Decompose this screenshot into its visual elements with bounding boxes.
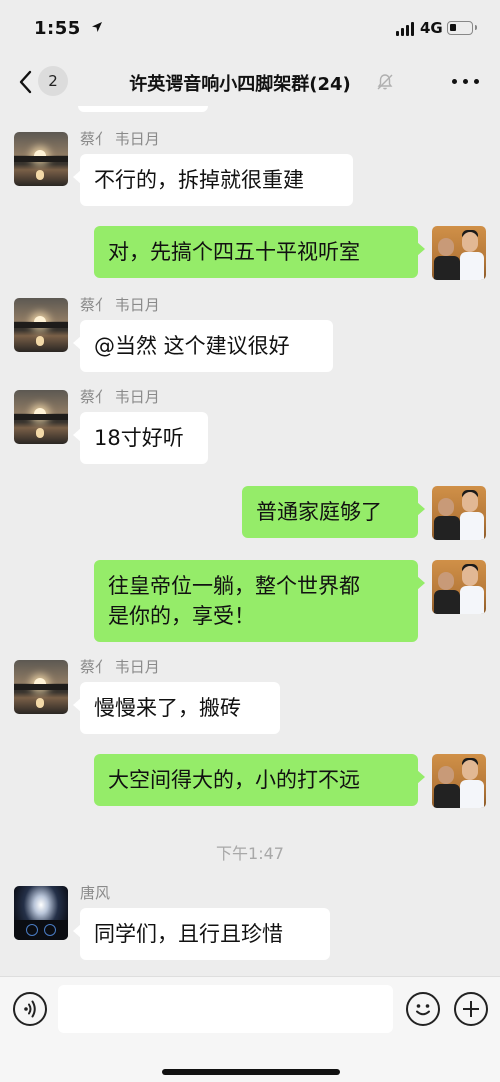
message-bubble-self[interactable]: 往皇帝位一躺，整个世界都 是你的，享受！ — [94, 560, 425, 642]
sender-avatar[interactable] — [14, 886, 68, 940]
sender-name: 蔡亻 韦日月 — [80, 388, 160, 406]
battery-icon — [447, 21, 477, 35]
more-functions-button[interactable] — [454, 992, 488, 1026]
status-time: 1:55 — [34, 18, 81, 39]
sender-avatar[interactable] — [14, 132, 68, 186]
chat-header: 2 许英谔音响小四脚架群(24) — [0, 60, 500, 106]
voice-input-button[interactable] — [13, 992, 47, 1026]
more-options-button[interactable] — [452, 68, 482, 94]
input-bar — [0, 976, 500, 1082]
message-bubble-self[interactable]: 普通家庭够了 — [242, 486, 425, 538]
message-bubble[interactable]: 同学们，且行且珍惜 — [73, 908, 330, 960]
sender-name: 蔡亻 韦日月 — [80, 130, 160, 148]
sender-avatar[interactable] — [14, 660, 68, 714]
signal-bars-icon — [396, 22, 416, 36]
self-avatar[interactable] — [432, 560, 486, 614]
network-type: 4G — [420, 19, 443, 37]
location-arrow-icon — [92, 22, 102, 32]
emoji-button[interactable] — [406, 992, 440, 1026]
self-avatar[interactable] — [432, 486, 486, 540]
message-list[interactable]: 蔡亻 韦日月 不行的，拆掉就很重建 对，先搞个四五十平视听室 蔡亻 韦日月 @当… — [0, 106, 500, 976]
sender-name: 蔡亻 韦日月 — [80, 658, 160, 676]
back-button[interactable]: 2 — [14, 64, 74, 100]
self-avatar[interactable] — [432, 754, 486, 808]
message-bubble[interactable]: 18寸好听 — [73, 412, 208, 464]
chat-title: 许英谔音响小四脚架群(24) — [129, 74, 351, 95]
chevron-left-icon — [19, 70, 32, 94]
voice-icon — [24, 1000, 36, 1018]
time-divider: 下午1:47 — [216, 844, 284, 863]
sender-name: 唐风 — [80, 884, 111, 902]
message-input[interactable] — [58, 985, 393, 1033]
sender-name: 蔡亻 韦日月 — [80, 296, 160, 314]
self-avatar[interactable] — [432, 226, 486, 280]
sender-avatar[interactable] — [14, 298, 68, 352]
unread-count-badge: 2 — [38, 66, 68, 96]
message-bubble[interactable]: 慢慢来了，搬砖 — [73, 682, 280, 734]
partial-message-bubble[interactable] — [78, 106, 208, 112]
message-bubble-self[interactable]: 大空间得大的，小的打不远 — [94, 754, 425, 806]
status-bar: 1:55 4G — [0, 0, 500, 60]
battery-level — [450, 24, 456, 31]
mute-bell-icon — [377, 74, 393, 90]
more-dots-icon — [452, 79, 457, 84]
home-indicator — [162, 1069, 340, 1075]
sender-avatar[interactable] — [14, 390, 68, 444]
message-bubble[interactable]: 不行的，拆掉就很重建 — [73, 154, 353, 206]
emoji-icon — [416, 1004, 430, 1016]
message-bubble-self[interactable]: 对，先搞个四五十平视听室 — [94, 226, 425, 278]
message-bubble[interactable]: @当然 这个建议很好 — [73, 320, 333, 372]
